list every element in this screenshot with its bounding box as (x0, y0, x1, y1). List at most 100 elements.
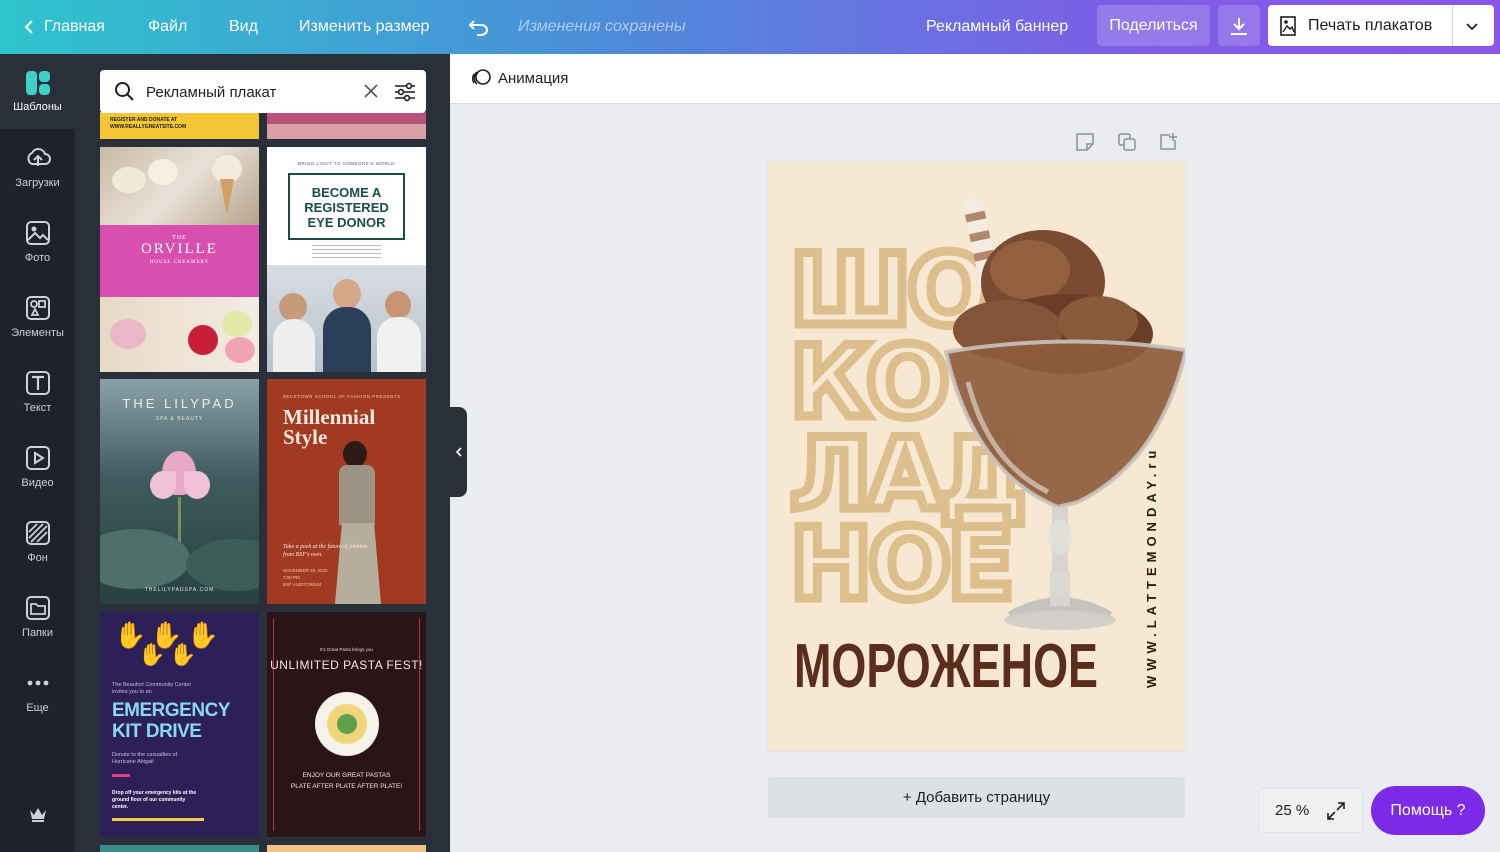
rail-label: Элементы (11, 326, 64, 339)
millennial-title: Millennial Style (283, 405, 376, 448)
rail-label: Текст (23, 401, 52, 414)
poster-website: WWW.LATTEMONDAY.ru (1144, 446, 1159, 688)
template-text: The Beaufort Community Center invites yo… (112, 682, 192, 695)
chevron-down-icon[interactable] (1464, 18, 1480, 34)
template-text: HOUSE CREAMERY (149, 260, 210, 265)
template-thumb-partial[interactable] (267, 845, 426, 852)
template-search (100, 70, 426, 113)
add-page-button[interactable]: + Добавить страницу (768, 777, 1185, 818)
template-text: BECOME A (311, 185, 382, 200)
fullscreen-icon[interactable] (1327, 802, 1345, 820)
rail-item-uploads[interactable]: Загрузки (0, 129, 75, 204)
chevron-left-icon (24, 20, 33, 34)
millennial-details: NOVEMBER 28, 2020 7:00 PM BSF AUDITORIUM (283, 567, 328, 588)
template-text: Drop off your emergency kits at the grou… (112, 790, 197, 810)
template-decor (112, 818, 204, 821)
print-posters-button[interactable]: Печать плакатов (1268, 5, 1494, 46)
design-canvas[interactable]: ШО КО ЛАД НОЕ МОРОЖЕНОЕ WWW.LATTEMONDAY.… (768, 162, 1185, 750)
add-page-icon[interactable] (1158, 132, 1178, 152)
photo-icon (25, 220, 50, 245)
template-decor (267, 124, 426, 139)
rail-item-templates[interactable]: Шаблоны (0, 54, 75, 129)
animation-icon (471, 69, 491, 85)
editor-toolbar: Анимация (450, 54, 1500, 104)
download-button[interactable] (1218, 5, 1260, 46)
crown-icon (29, 807, 46, 822)
upload-icon (26, 147, 51, 166)
template-text: THELILYPADSPA.COM (144, 587, 215, 593)
rail-item-background[interactable]: Фон (0, 504, 75, 579)
template-thumb-lilypad[interactable]: THE LILYPAD SPA & BEAUTY THELILYPADSPA.C… (100, 379, 259, 604)
resize-menu[interactable]: Изменить размер (299, 0, 429, 54)
template-thumb-partial[interactable] (267, 112, 426, 139)
rail-item-text[interactable]: Текст (0, 354, 75, 429)
template-text: Millennial (283, 405, 376, 429)
share-button[interactable]: Поделиться (1097, 5, 1210, 46)
chevron-left-icon (455, 447, 462, 457)
rail-item-video[interactable]: Видео (0, 429, 75, 504)
template-thumb-partial[interactable] (100, 845, 259, 852)
template-thumb-eye-donor[interactable]: BRING LIGHT TO SOMEONE'S WORLD BECOME A … (267, 147, 426, 372)
zoom-level: 25 % (1275, 802, 1310, 819)
ice-cream-photo (100, 297, 259, 372)
template-text: THE LILYPAD (122, 396, 237, 411)
templates-icon (25, 71, 50, 95)
duplicate-page-icon[interactable] (1117, 132, 1137, 152)
file-menu[interactable]: Файл (148, 0, 187, 54)
template-text: EYE DONOR (307, 215, 386, 230)
rail-label: Еще (26, 701, 49, 714)
emergency-title: EMERGENCY KIT DRIVE (112, 700, 230, 742)
clear-search-icon[interactable] (363, 83, 379, 99)
template-text: SPA & BEAUTY (155, 416, 204, 422)
page-note-icon[interactable] (1075, 132, 1095, 152)
template-text: PLATE AFTER PLATE AFTER PLATE! (290, 783, 403, 790)
template-text: BSF AUDITORIUM (283, 582, 322, 587)
template-text: Take a peek at the future of fashion fro… (283, 544, 368, 558)
home-link[interactable]: Главная (22, 0, 105, 54)
animation-label: Анимация (498, 69, 569, 87)
template-thumb-orville[interactable]: THE ORVILLE HOUSE CREAMERY (100, 147, 259, 372)
rail-label: Фон (27, 551, 48, 564)
template-text: KIT DRIVE (112, 721, 202, 742)
zoom-control[interactable]: 25 % (1258, 788, 1363, 833)
rail-item-more[interactable]: Еще (0, 654, 75, 729)
template-text: BRING LIGHT TO SOMEONE'S WORLD (297, 161, 396, 166)
search-input[interactable] (146, 81, 356, 103)
template-thumb-millennial[interactable]: BECKTOWN SCHOOL OF FASHION PRESENTS Mill… (267, 379, 426, 604)
rail-label: Загрузки (15, 176, 60, 189)
view-menu[interactable]: Вид (229, 0, 258, 54)
template-text: 7:00 PM (283, 575, 300, 580)
rail-item-photos[interactable]: Фото (0, 204, 75, 279)
eye-donor-box: BECOME A REGISTERED EYE DONOR (288, 173, 405, 240)
rail-item-folders[interactable]: Папки (0, 579, 75, 654)
left-rail: Шаблоны Загрузки Фото Элементы Текст Вид… (0, 54, 75, 852)
rail-item-elements[interactable]: Элементы (0, 279, 75, 354)
search-icon (115, 82, 134, 101)
template-text: REGISTER AND DONATE AT WWW.REALLYGREATSI… (110, 117, 187, 130)
template-thumb-pasta[interactable]: It's Great Pasta brings you UNLIMITED PA… (267, 612, 426, 837)
rail-label: Шаблоны (13, 101, 62, 113)
undo-button[interactable] (468, 0, 490, 54)
hand-prints-decor: ✋✋ (138, 642, 201, 667)
divider (1452, 5, 1453, 46)
rail-label: Фото (24, 251, 51, 264)
template-text: ENJOY OUR GREAT PASTAS (302, 772, 391, 779)
template-text: BECKTOWN SCHOOL OF FASHION PRESENTS (283, 394, 401, 399)
template-text: It's Great Pasta brings you (320, 647, 373, 652)
rail-label: Видео (21, 476, 54, 489)
template-text: Donate to the casualties of Hurricane Ab… (112, 752, 178, 765)
template-decor (112, 774, 130, 777)
template-thumb-emergency[interactable]: ✋✋✋ ✋✋ The Beaufort Community Center inv… (100, 612, 259, 837)
document-title[interactable]: Рекламный баннер (926, 0, 1068, 54)
elements-icon (25, 295, 50, 320)
template-thumb-partial[interactable]: REGISTER AND DONATE AT WWW.REALLYGREATSI… (100, 112, 259, 139)
rail-item-pro[interactable] (0, 776, 75, 851)
help-button[interactable]: Помощь ? (1371, 786, 1485, 835)
template-text: EMERGENCY (112, 700, 230, 721)
filter-icon[interactable] (394, 81, 416, 103)
collapse-panel-button[interactable] (450, 407, 467, 497)
download-icon (1231, 17, 1247, 35)
home-label: Главная (44, 18, 105, 35)
animation-button[interactable]: Анимация (470, 68, 568, 88)
template-decor (312, 245, 381, 259)
